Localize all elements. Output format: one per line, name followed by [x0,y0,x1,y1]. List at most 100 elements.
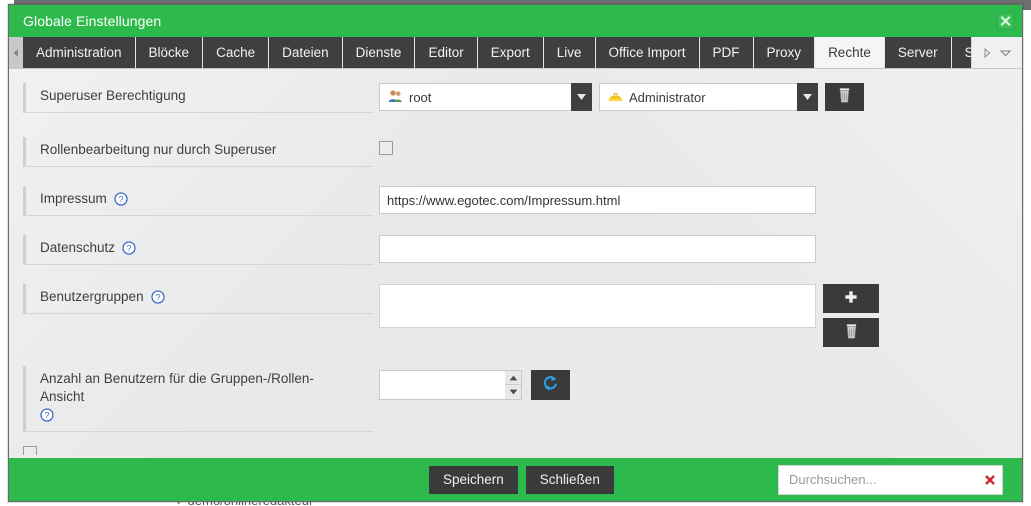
stepper-buttons [505,370,522,400]
dialog-titlebar: Globale Einstellungen [9,5,1022,37]
search-input[interactable] [787,471,984,488]
row-impressum: Impressum ? [9,186,1022,216]
svg-text:?: ? [155,292,160,302]
superuser-role-dropdown-arrow[interactable] [797,83,818,111]
superuser-user-dropdown-arrow[interactable] [571,83,592,111]
users-icon [388,89,403,106]
tab-server[interactable]: Server [884,37,952,68]
tab-label: PDF [712,45,740,60]
control-cell: root Administrator [379,83,1022,111]
row-anzahl-benutzer: Anzahl an Benutzern für die Gruppen-/Rol… [9,366,1022,432]
help-icon[interactable]: ? [114,192,128,206]
trash-icon [844,323,859,343]
label-cell: Rollenbearbeitung nur durch Superuser [9,137,379,167]
tab-office-import[interactable]: Office Import [595,37,700,68]
caret-down-icon[interactable] [505,385,521,399]
datenschutz-input[interactable] [379,235,816,263]
tab-label: Server [897,45,938,60]
superuser-user-select[interactable]: root [379,83,592,111]
control-cell [379,186,1022,214]
clear-icon[interactable] [984,474,996,486]
tab-editor[interactable]: Editor [415,37,478,68]
tab-bar: Administration Blöcke Cache Dateien Dien… [9,37,1022,69]
row-datenschutz: Datenschutz ? [9,235,1022,265]
settings-form: Superuser Berechtigung root Administrato… [9,69,1022,458]
tab-bar-controls [971,37,1022,68]
tab-export[interactable]: Export [477,37,544,68]
label-cell: Impressum ? [9,186,379,216]
tab-label: Administration [36,45,122,60]
tab-pdf[interactable]: PDF [699,37,754,68]
row-partially-visible [23,446,37,456]
tab-dienste[interactable]: Dienste [342,37,416,68]
row-role-edit-superuser-only: Rollenbearbeitung nur durch Superuser [9,137,1022,167]
tab-label: Dateien [282,45,329,60]
caret-up-icon[interactable] [505,371,521,385]
svg-text:?: ? [127,243,132,253]
tab-label: Editor [428,45,464,60]
search-box[interactable] [778,464,1003,495]
tab-strip: Administration Blöcke Cache Dateien Dien… [23,37,971,68]
svg-text:?: ? [44,410,49,420]
label-cell: Superuser Berechtigung [9,83,379,113]
chevron-right-icon[interactable] [983,47,991,58]
superuser-role-select[interactable]: Administrator [599,83,818,111]
tab-bloecke[interactable]: Blöcke [135,37,204,68]
tab-sitemap[interactable]: Sitemap [951,37,971,68]
helmet-icon [608,89,623,106]
partially-visible-checkbox[interactable] [23,446,37,455]
page-root: ▾demo/onlineredakteur Globale Einstellun… [0,0,1031,506]
superuser-delete-button[interactable] [825,83,864,111]
tab-proxy[interactable]: Proxy [753,37,816,68]
superuser-role-value: Administrator [629,89,706,105]
control-cell [379,137,1022,155]
tab-scroll-left-button[interactable] [9,37,23,68]
superuser-role-select-face[interactable]: Administrator [599,83,797,111]
tab-dateien[interactable]: Dateien [269,37,343,68]
global-settings-dialog: Globale Einstellungen Administration Blö… [8,4,1023,502]
anzahl-benutzer-refresh-button[interactable] [531,370,570,400]
tab-label: Cache [216,45,256,60]
benutzergruppen-add-button[interactable] [823,284,879,313]
cut-clip [23,446,37,456]
help-icon[interactable]: ? [122,241,136,255]
control-cell [379,235,1022,263]
refresh-icon [542,375,559,395]
control-cell [379,284,1022,347]
tab-label: Rechte [828,45,871,60]
impressum-label: Impressum [40,191,107,206]
chevron-down-icon[interactable] [1000,49,1012,57]
row-superuser-permission: Superuser Berechtigung root Administrato… [9,83,1022,113]
control-cell [379,366,1022,400]
tab-label: Proxy [766,45,802,60]
help-icon[interactable]: ? [40,408,54,422]
tab-rechte[interactable]: Rechte [815,37,885,68]
trash-icon [837,87,852,107]
benutzergruppen-label: Benutzergruppen [40,289,144,304]
datenschutz-label: Datenschutz [40,240,116,255]
tab-label: Export [490,45,530,60]
impressum-input[interactable] [379,186,816,214]
role-edit-checkbox[interactable] [379,141,393,155]
tab-cache[interactable]: Cache [203,37,270,68]
tab-administration[interactable]: Administration [23,37,136,68]
anzahl-benutzer-label: Anzahl an Benutzern für die Gruppen-/Rol… [40,371,314,404]
tab-label: Blöcke [148,45,190,60]
tab-label: Office Import [608,45,686,60]
label-cell: Benutzergruppen ? [9,284,379,314]
close-icon[interactable] [997,12,1014,30]
role-edit-label: Rollenbearbeitung nur durch Superuser [40,142,277,157]
benutzergruppen-textarea[interactable] [379,284,816,328]
superuser-user-select-face[interactable]: root [379,83,571,111]
save-button[interactable]: Speichern [429,465,518,494]
help-icon[interactable]: ? [150,290,165,304]
close-button[interactable]: Schließen [525,465,614,494]
anzahl-benutzer-input[interactable] [379,370,505,400]
benutzergruppen-delete-button[interactable] [823,318,879,347]
tab-live[interactable]: Live [543,37,596,68]
anzahl-benutzer-stepper[interactable] [379,370,522,400]
benutzergruppen-actions [823,284,879,347]
superuser-user-value: root [409,89,432,105]
dialog-footer: Speichern Schließen [9,458,1022,501]
svg-text:?: ? [118,194,123,204]
